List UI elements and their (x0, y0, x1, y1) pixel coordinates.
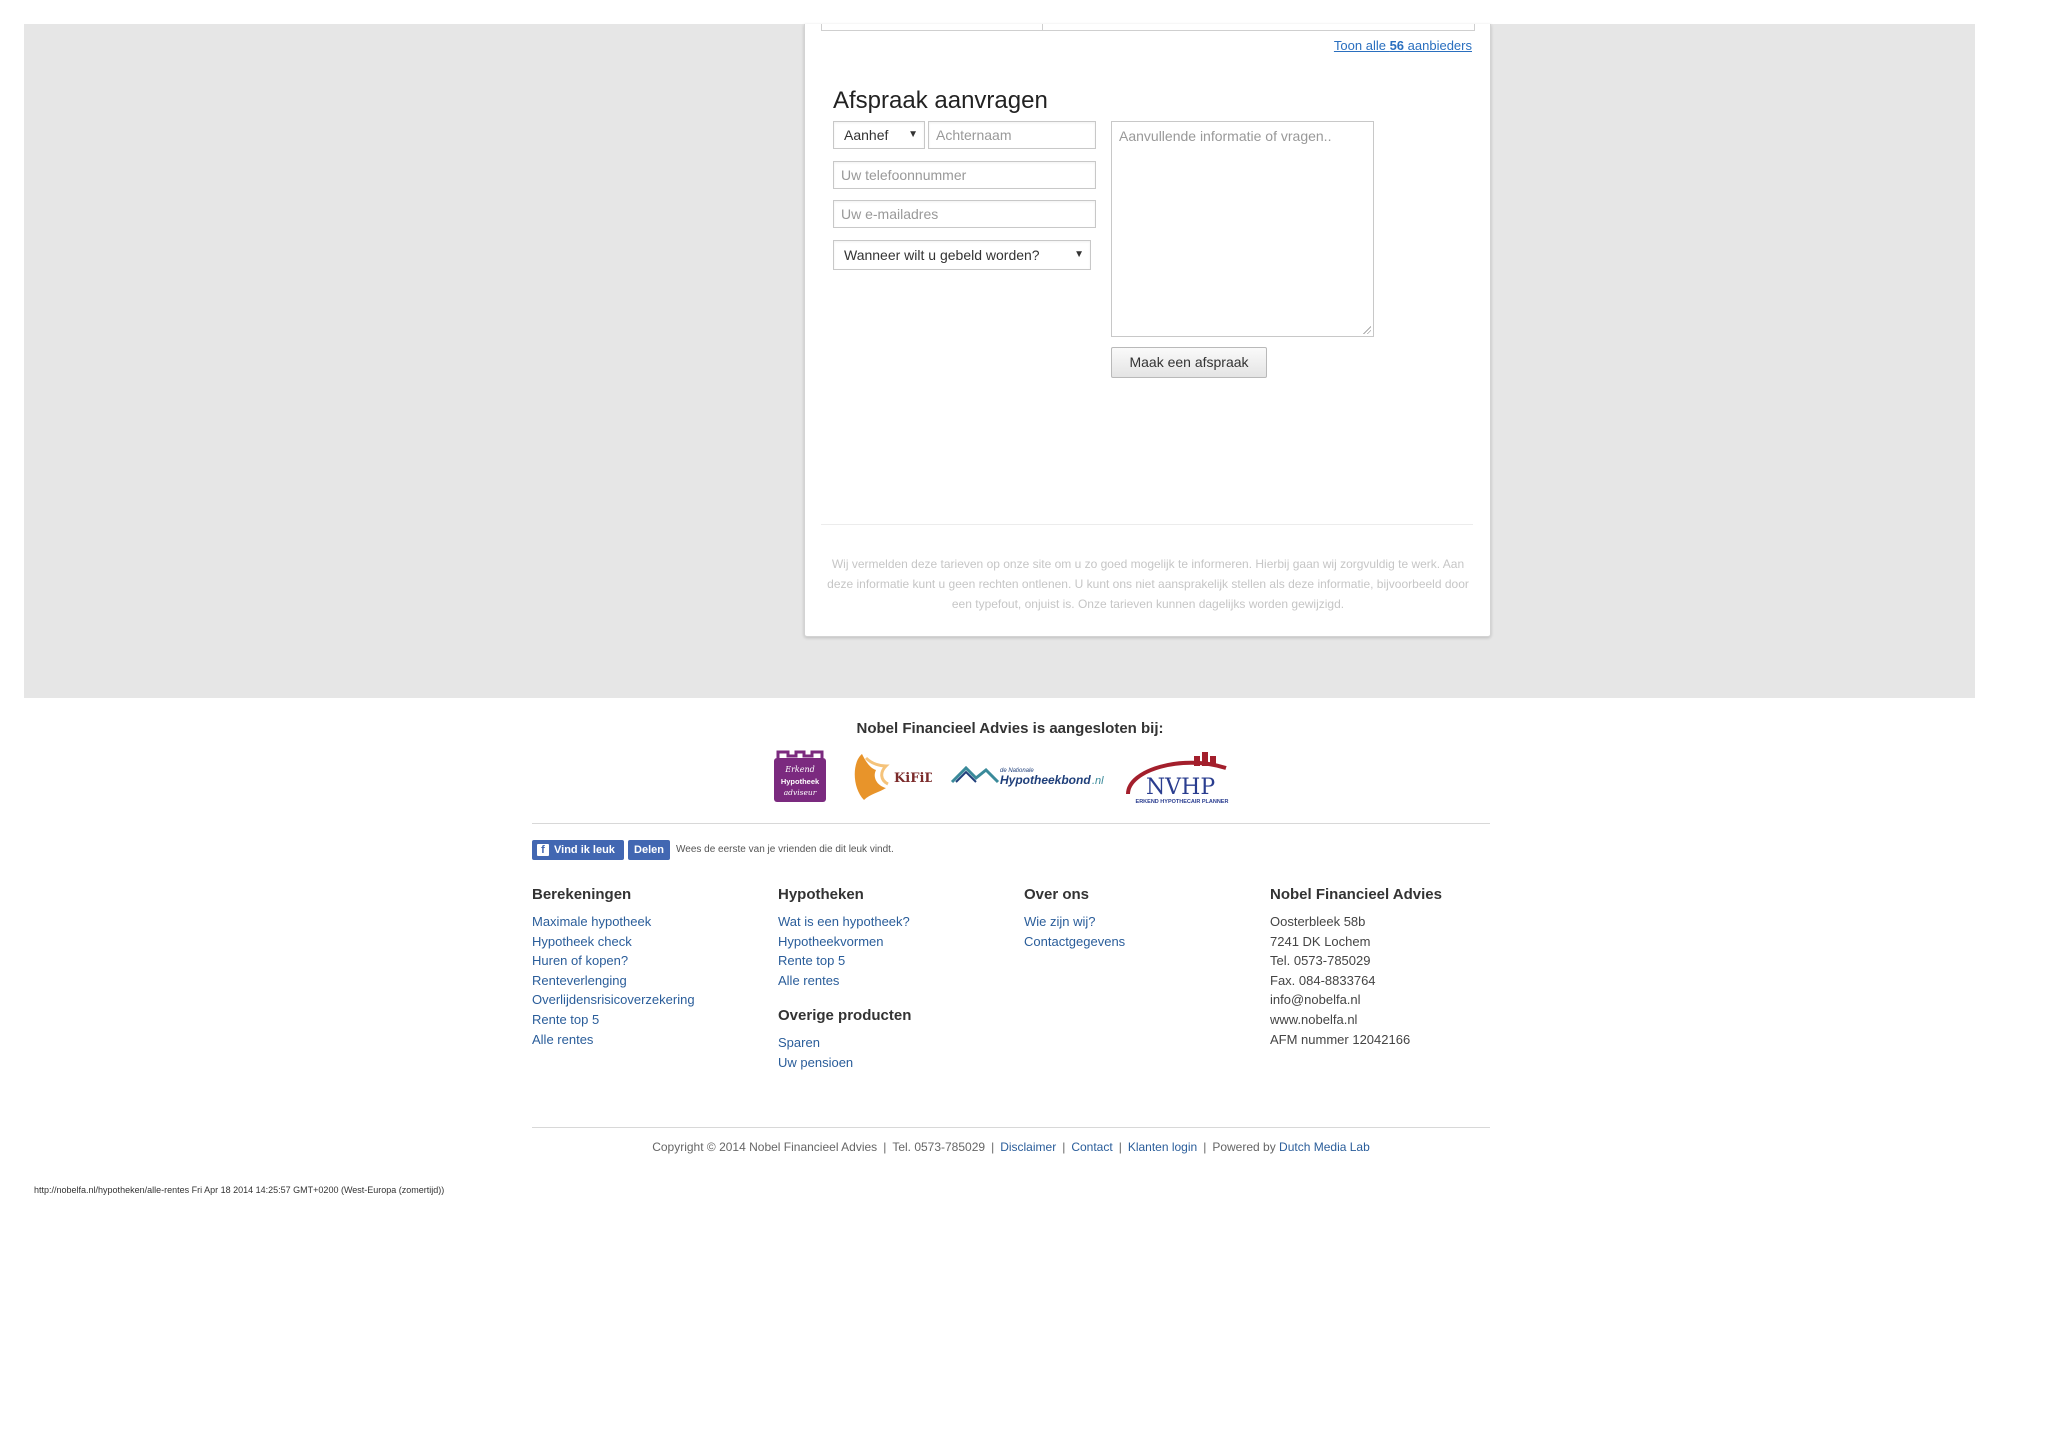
column-title-hypotheken: Hypotheken (778, 886, 864, 903)
footer-link-hypotheek-check[interactable]: Hypotheek check (532, 932, 695, 952)
message-textarea[interactable]: Aanvullende informatie of vragen.. (1111, 121, 1374, 337)
kifid-logo[interactable]: KiFiD (850, 748, 932, 806)
facebook-social-text: Wees de eerste van je vrienden die dit l… (676, 844, 894, 855)
customer-login-link[interactable]: Klanten login (1128, 1140, 1197, 1154)
address-city: 7241 DK Lochem (1270, 933, 1371, 949)
dropdown-caret-icon: ▼ (908, 129, 918, 140)
logo-text-erkend: Erkend (784, 765, 815, 774)
footer-link-contactgegevens[interactable]: Contactgegevens (1024, 932, 1125, 952)
address-street: Oosterbleek 58b (1270, 914, 1366, 929)
footer-link-maximale-hypotheek[interactable]: Maximale hypotheek (532, 912, 695, 932)
footer-phone: Tel. 0573-785029 (892, 1140, 986, 1154)
facebook-like-button[interactable]: f Vind ik leuk (532, 840, 624, 860)
separator: | (991, 1140, 995, 1154)
footer-link-hypotheekvormen[interactable]: Hypotheekvormen (778, 932, 911, 952)
affiliation-logos: Erkend Hypotheek adviseur KiFiD de Natio… (770, 748, 1240, 806)
callback-time-value: Wanneer wilt u gebeld worden? (844, 247, 1040, 263)
contact-website: www.nobelfa.nl (1270, 1011, 1358, 1027)
disclaimer-link[interactable]: Disclaimer (1000, 1140, 1056, 1154)
facebook-like-label: Vind ik leuk (554, 844, 615, 856)
appointment-panel: Toon alle 56 aanbieders Afspraak aanvrag… (804, 24, 1491, 637)
kifid-logo-text: KiFiD (894, 771, 932, 786)
column-title-overige-producten: Overige producten (778, 1007, 912, 1025)
nvhp-logo[interactable]: NVHP ERKEND HYPOTHECAIR PLANNER (1122, 748, 1238, 806)
facebook-icon: f (537, 844, 549, 856)
footer-link-wat-is-een-hypotheek[interactable]: Wat is een hypotheek? (778, 912, 911, 932)
footer-link-overlijdensrisicoverzekering[interactable]: Overlijdensrisicoverzekering (532, 990, 695, 1010)
hypotheekbond-logo-suffix: .nl (1092, 775, 1104, 787)
message-placeholder: Aanvullende informatie of vragen.. (1119, 128, 1332, 144)
footer-column-contact: Nobel Financieel Advies Oosterbleek 58b … (1270, 886, 1442, 1049)
contact-link[interactable]: Contact (1071, 1140, 1112, 1154)
afm-number: AFM nummer 12042166 (1270, 1031, 1411, 1047)
logo-text-adviseur: adviseur (784, 788, 817, 797)
copyright-text: Copyright © 2014 Nobel Financieel Advies (652, 1140, 878, 1154)
footer-link-huren-of-kopen[interactable]: Huren of kopen? (532, 951, 695, 971)
print-url-stamp: http://nobelfa.nl/hypotheken/alle-rentes… (34, 1185, 445, 1195)
table-divider (1042, 24, 1043, 30)
footer-link-rente-top-5[interactable]: Rente top 5 (532, 1010, 695, 1030)
column-title-berekeningen: Berekeningen (532, 886, 632, 903)
column-title-company: Nobel Financieel Advies (1270, 886, 1442, 903)
provider-count: 56 (1389, 38, 1405, 53)
contact-phone: Tel. 0573-785029 (1270, 953, 1371, 969)
email-input[interactable]: Uw e-mailadres (833, 200, 1096, 228)
footer-link-uw-pensioen[interactable]: Uw pensioen (778, 1053, 911, 1073)
callback-time-select[interactable]: Wanneer wilt u gebeld worden? ▼ (833, 240, 1091, 270)
footer-bottom-bar: Copyright © 2014 Nobel Financieel Advies… (532, 1140, 1490, 1154)
affiliations-heading: Nobel Financieel Advies is aangesloten b… (856, 720, 1164, 737)
salutation-select[interactable]: Aanhef ▼ (833, 121, 925, 149)
nvhp-logo-text: NVHP (1146, 775, 1215, 800)
nvhp-logo-subtitle: ERKEND HYPOTHECAIR PLANNER (1136, 799, 1229, 805)
facebook-share-button[interactable]: Delen (628, 840, 670, 860)
salutation-value: Aanhef (844, 127, 889, 143)
form-title: Afspraak aanvragen (833, 87, 1048, 114)
dropdown-caret-icon: ▼ (1074, 249, 1084, 260)
powered-by-text: Powered by (1212, 1140, 1276, 1154)
hypotheekbond-logo-text: Hypotheekbond (1000, 773, 1091, 787)
footer-divider-top (532, 823, 1490, 824)
phone-input[interactable]: Uw telefoonnummer (833, 161, 1096, 189)
erkend-hypotheek-adviseur-logo[interactable]: Erkend Hypotheek adviseur (772, 748, 828, 806)
rates-disclaimer: Wij vermelden deze tarieven op onze site… (827, 557, 1469, 611)
show-all-suffix: aanbieders (1404, 38, 1472, 53)
separator: | (1118, 1140, 1122, 1154)
footer-link-rente-top-5[interactable]: Rente top 5 (778, 951, 911, 971)
logo-text-hypotheek: Hypotheek (781, 777, 820, 786)
footer-column-over-ons: Over ons Wie zijn wij? Contactgegevens (1024, 886, 1125, 951)
separator: | (883, 1140, 887, 1154)
show-all-prefix: Toon alle (1333, 38, 1390, 53)
show-all-providers-link[interactable]: Toon alle 56 aanbieders (1334, 38, 1472, 53)
footer-link-alle-rentes[interactable]: Alle rentes (532, 1030, 695, 1050)
panel-divider (821, 524, 1473, 525)
previous-table-bottom (821, 24, 1475, 31)
resize-grip-icon[interactable] (1363, 326, 1371, 334)
footer-link-alle-rentes[interactable]: Alle rentes (778, 971, 911, 991)
footer-link-renteverlenging[interactable]: Renteverlenging (532, 971, 695, 991)
separator: | (1203, 1140, 1207, 1154)
make-appointment-button[interactable]: Maak een afspraak (1111, 347, 1267, 378)
nationale-hypotheekbond-logo[interactable]: de Nationale Hypotheekbond .nl (950, 748, 1110, 806)
contact-fax: Fax. 084-8833764 (1270, 972, 1376, 988)
footer-column-berekeningen: Berekeningen Maximale hypotheek Hypothee… (532, 886, 695, 1049)
contact-email: info@nobelfa.nl (1270, 992, 1361, 1008)
footer-divider-bottom (532, 1127, 1490, 1128)
footer-link-sparen[interactable]: Sparen (778, 1033, 911, 1053)
footer-column-hypotheken: Hypotheken Wat is een hypotheek? Hypothe… (778, 886, 911, 1073)
footer-link-wie-zijn-wij[interactable]: Wie zijn wij? (1024, 912, 1125, 932)
column-title-over-ons: Over ons (1024, 886, 1090, 903)
lastname-input[interactable]: Achternaam (928, 121, 1096, 149)
separator: | (1062, 1140, 1066, 1154)
dutch-media-lab-link[interactable]: Dutch Media Lab (1279, 1140, 1370, 1154)
